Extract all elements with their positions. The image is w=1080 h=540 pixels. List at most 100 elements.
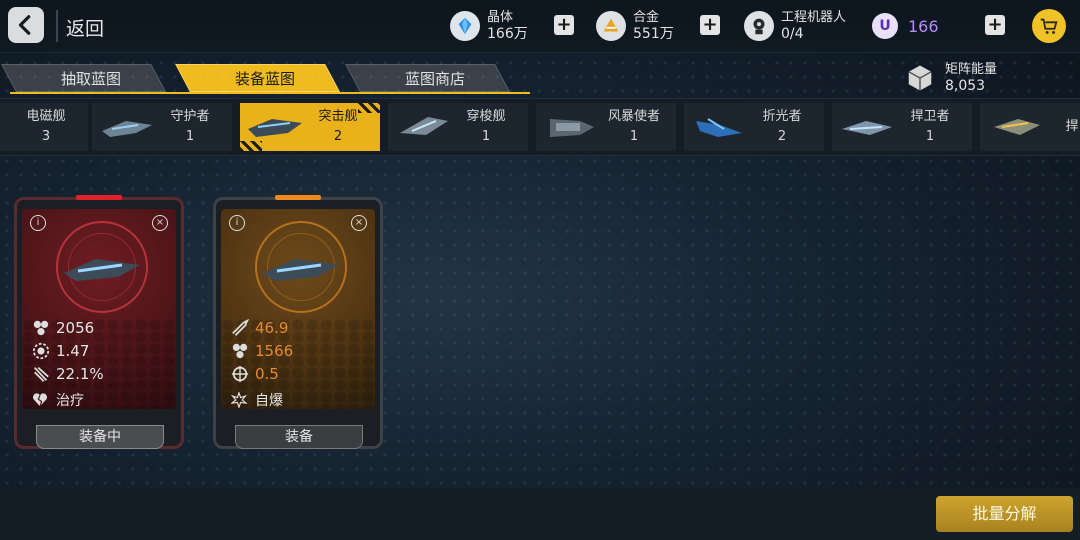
energy-name: 矩阵能量: [945, 62, 998, 77]
ship-thumbnail: [550, 119, 594, 137]
tab-label: 蓝图商店: [404, 69, 465, 88]
blueprint-card[interactable]: i × 2056 1.47 22.1% 治疗 装备中: [14, 195, 184, 449]
cluster-icon: [33, 320, 49, 336]
ship-item-guardian[interactable]: 守护者 1: [92, 103, 232, 151]
ship-count: 3: [41, 129, 51, 144]
tab-label: 装备蓝图: [234, 69, 295, 88]
ship-name: 守护者: [170, 109, 210, 124]
ability: 治疗: [32, 390, 84, 410]
resource-crystal: 晶体 166万: [450, 8, 528, 44]
stat-value: 46.9: [255, 319, 289, 337]
divider: [56, 10, 58, 42]
u-coin-icon: U: [872, 13, 898, 39]
stat-hp: 2056: [32, 319, 94, 337]
tab-underline: [10, 92, 530, 94]
stripe-decoration: [240, 141, 262, 151]
close-icon[interactable]: ×: [152, 215, 168, 231]
card-body: i × 2056 1.47 22.1% 治疗: [22, 209, 176, 409]
info-icon[interactable]: i: [30, 215, 46, 231]
resource-name: 合金: [633, 10, 660, 25]
ship-name: 风暴使者: [607, 109, 660, 124]
card-body: i × 46.9 1566 0.5 自爆: [221, 209, 375, 409]
equipped-button[interactable]: 装备中: [36, 425, 164, 449]
rarity-glow: [76, 195, 122, 200]
explosion-icon: [231, 392, 247, 408]
ship-thumbnail: [696, 118, 742, 137]
ship-item-defender[interactable]: 捍卫者 1: [832, 103, 972, 151]
stat-value: 22.1%: [56, 365, 104, 383]
equip-button[interactable]: 装备: [235, 425, 363, 449]
crosshair-icon: [231, 365, 249, 383]
resource-value: 0/4: [781, 26, 804, 42]
ship-count: 1: [629, 129, 639, 144]
ship-count: 1: [185, 129, 195, 144]
back-label[interactable]: 返回: [66, 14, 104, 41]
stat-hp: 1566: [231, 342, 293, 360]
info-icon[interactable]: i: [229, 215, 245, 231]
ability-label: 治疗: [56, 393, 84, 409]
rarity-glow: [275, 195, 321, 200]
ship-thumbnail: [400, 117, 448, 135]
ship-image: [64, 259, 140, 281]
tab-label: 抽取蓝图: [60, 69, 121, 88]
ship-count: 2: [777, 129, 787, 144]
ship-name: 穿梭舰: [466, 109, 506, 124]
resource-value: 166万: [487, 26, 528, 42]
blueprint-card[interactable]: i × 46.9 1566 0.5 自爆 装备: [213, 195, 383, 449]
premium-value: 166: [908, 16, 939, 36]
ship-count: 1: [925, 129, 935, 144]
stat-accuracy: 0.5: [231, 365, 279, 383]
stripe-decoration: [358, 103, 380, 113]
ship-name: 电磁舰: [26, 109, 66, 124]
ship-count: 1: [481, 129, 491, 144]
close-icon[interactable]: ×: [351, 215, 367, 231]
cluster-icon: [232, 343, 248, 359]
ship-item-refractor[interactable]: 折光者 2: [684, 103, 824, 151]
ship-thumbnail: [842, 121, 892, 135]
ability: 自爆: [231, 390, 283, 410]
ship-item-assault[interactable]: 突击舰 2: [240, 103, 380, 151]
ship-item-partial[interactable]: 捍: [980, 103, 1080, 151]
add-crystal-button[interactable]: +: [554, 15, 574, 35]
bottom-band: [0, 488, 1080, 540]
ability-label: 自爆: [255, 393, 283, 409]
tab-equip-blueprint[interactable]: 装备蓝图: [190, 64, 340, 92]
ship-count: 2: [333, 129, 343, 144]
gear-ring-icon: [32, 342, 50, 360]
add-premium-button[interactable]: +: [985, 15, 1005, 35]
ship-thumbnail: [102, 121, 152, 137]
add-alloy-button[interactable]: +: [700, 15, 720, 35]
stat-value: 2056: [56, 319, 95, 337]
ship-item-shuttle[interactable]: 穿梭舰 1: [388, 103, 528, 151]
ship-thumbnail: [994, 119, 1040, 135]
resource-name: 晶体: [487, 10, 514, 25]
stat-value: 1.47: [56, 342, 90, 360]
stat-damage: 46.9: [231, 319, 288, 337]
ship-item-em[interactable]: 电磁舰 3: [0, 103, 88, 151]
ship-name: 捍: [1065, 119, 1079, 134]
robot-icon: [744, 11, 774, 41]
missile-icon: [232, 319, 249, 336]
alloy-icon: [596, 11, 626, 41]
premium-currency: U 166: [872, 8, 939, 44]
resource-alloy: 合金 551万: [596, 8, 674, 44]
stat-value: 1566: [255, 342, 294, 360]
ship-item-storm[interactable]: 风暴使者 1: [536, 103, 676, 151]
matrix-energy: 矩阵能量 8,053: [905, 62, 997, 94]
shop-cart-button[interactable]: [1032, 9, 1066, 43]
ship-type-bar[interactable]: 电磁舰 3 守护者 1 突击舰 2 穿梭舰 1 风暴使者 1 折光者 2 捍卫者 1 捍: [0, 98, 1080, 156]
resource-name: 工程机器人: [781, 10, 847, 25]
stat-value: 0.5: [255, 365, 279, 383]
resource-robot: 工程机器人 0/4: [744, 8, 846, 44]
crystal-icon: [450, 11, 480, 41]
cart-icon: [1040, 18, 1058, 34]
tab-blueprint-shop[interactable]: 蓝图商店: [360, 64, 510, 92]
bulk-decompose-button[interactable]: 批量分解: [936, 496, 1073, 532]
ship-name: 折光者: [762, 109, 802, 124]
stat-rate: 1.47: [32, 342, 89, 360]
ship-name: 捍卫者: [910, 109, 950, 124]
claw-icon: [34, 367, 49, 382]
tab-draw-blueprint[interactable]: 抽取蓝图: [16, 64, 166, 92]
resource-value: 551万: [633, 26, 674, 42]
back-button[interactable]: [8, 7, 44, 43]
